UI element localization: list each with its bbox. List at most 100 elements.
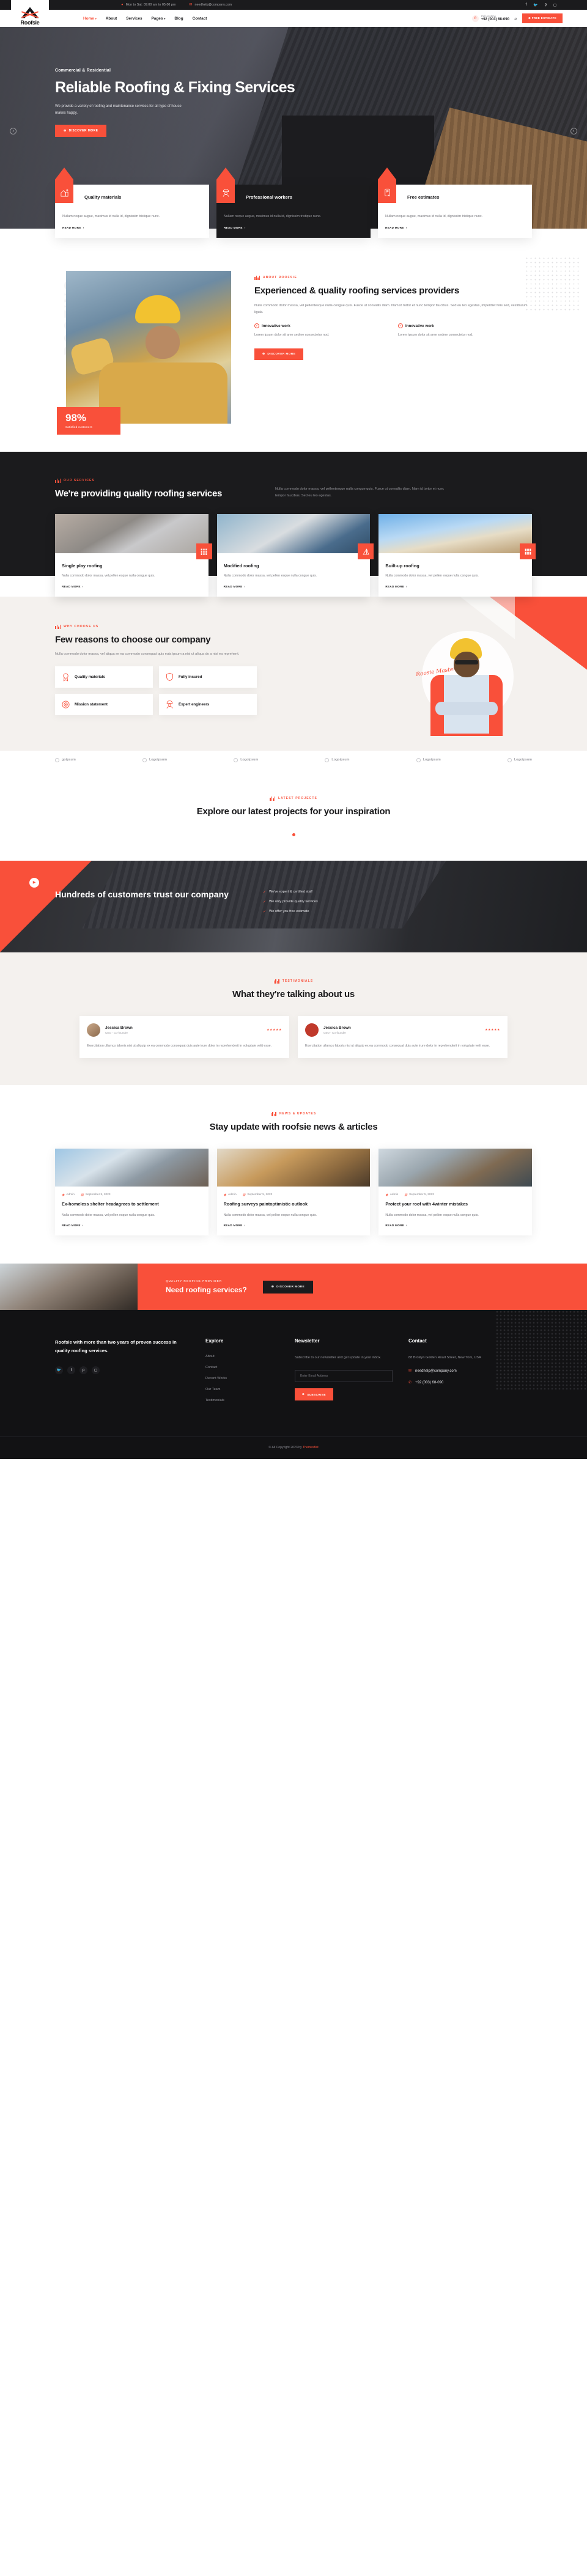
topbar-social-links[interactable]: f 🐦 p ◻ <box>526 3 556 7</box>
facebook-icon[interactable]: f <box>67 1366 75 1375</box>
hero-prev-arrow[interactable]: ‹ <box>10 128 17 134</box>
news-read-more[interactable]: READ MORE › <box>385 1224 525 1227</box>
partner-logo[interactable]: Logoipsum <box>142 757 167 762</box>
news-card-desc: Nulla commodo dolor massa, vel pellen es… <box>223 1213 317 1217</box>
facebook-icon[interactable]: f <box>526 3 527 7</box>
video-cta-section: ▶ Hundreds of customers trust our compan… <box>0 860 587 952</box>
service-read-more[interactable]: READ MORE › <box>224 585 364 588</box>
news-read-more[interactable]: READ MORE › <box>62 1224 202 1227</box>
video-cta-item: ✓ We've expert & certified staff <box>263 890 312 894</box>
feature-desc: Nullam neque augue, maximus id nulla id,… <box>62 215 160 218</box>
medal-icon <box>61 672 70 682</box>
feature-title: Professional workers <box>246 194 292 200</box>
testimonials-label: TESTIMONIALS <box>55 979 532 984</box>
news-read-more[interactable]: READ MORE › <box>224 1224 364 1227</box>
service-image <box>216 514 371 553</box>
twitter-icon[interactable]: 🐦 <box>55 1366 63 1375</box>
hero-discover-label: DISCOVER MORE <box>68 129 98 133</box>
check-icon: ✓ <box>263 900 267 904</box>
newsletter-email-input[interactable]: Enter Email Address <box>295 1370 393 1383</box>
news-card[interactable]: ◉ Admin ▤ September 5, 2023 Roofing survey… <box>216 1148 371 1236</box>
about-point: ✓ Innovative work Lorem ipsum dolor sit a… <box>398 323 532 339</box>
service-card[interactable]: Built-up roofing Nulla commodo dolor mas… <box>378 514 536 597</box>
feature-card[interactable]: Quality materials Nullam neque augue, ma… <box>55 167 209 238</box>
why-card[interactable]: Fully insured <box>159 666 257 688</box>
hero-next-arrow[interactable]: › <box>570 128 577 134</box>
projects-title: Explore our latest projects for your ins… <box>196 806 391 817</box>
logo-dot-icon <box>55 757 59 762</box>
play-icon[interactable]: ▶ <box>29 877 39 888</box>
subscribe-button[interactable]: ⊕ SUBSCRIBE <box>295 1388 333 1401</box>
footer-link-testimonials[interactable]: Testimonials <box>205 1399 279 1402</box>
nav-item-about[interactable]: About <box>106 17 117 21</box>
footer-email[interactable]: ✉ needhelp@company.com <box>408 1369 532 1374</box>
feature-card[interactable]: Professional workers Nullam neque augue,… <box>216 167 371 238</box>
video-cta-item: ✓ We only provide quality services <box>263 900 318 904</box>
why-card[interactable]: Expert engineers <box>159 693 257 715</box>
free-estimate-button[interactable]: ⊕ FREE ESTIMATE <box>522 13 563 24</box>
about-point-desc: Lorem ipsum dolor sit ame sedme consecte… <box>254 333 330 337</box>
partner-logo[interactable]: Logoipsum <box>416 757 441 762</box>
why-card[interactable]: Mission statement <box>55 693 153 715</box>
bars-icon <box>273 979 279 984</box>
footer-social-links[interactable]: 🐦 f p ◻ <box>55 1366 190 1375</box>
news-card-title: Roofing surveys paintoptimistic outlook <box>223 1201 308 1207</box>
logo[interactable]: Roofsie <box>11 0 49 27</box>
services-desc: Nulla commodo dolor massa, vel pellentes… <box>275 487 445 498</box>
instagram-icon[interactable]: ◻ <box>92 1366 100 1375</box>
phone-icon: ✆ <box>471 15 479 22</box>
partner-logo[interactable]: Logoipsum <box>234 757 258 762</box>
feature-read-more[interactable]: READ MORE › <box>62 226 202 229</box>
feature-card[interactable]: Free estimates Nullam neque augue, maxim… <box>378 167 532 238</box>
calendar-icon: ▤ <box>404 1193 408 1197</box>
footer-phone[interactable]: ✆ +92 (003) 68-090 <box>408 1380 532 1385</box>
carousel-dot[interactable] <box>292 833 295 836</box>
service-title: Built-up roofing <box>385 563 419 569</box>
feature-read-more[interactable]: READ MORE › <box>224 226 363 229</box>
topbar-email[interactable]: ✉ needhelp@company.com <box>189 3 232 7</box>
nav-item-contact[interactable]: Contact <box>193 17 207 21</box>
service-read-more[interactable]: READ MORE › <box>385 585 525 588</box>
testimonial-quote: Exercitation ullamco laboris nisi ut ali… <box>305 1043 490 1048</box>
twitter-icon[interactable]: 🐦 <box>533 3 537 7</box>
arrow-right-icon: › <box>405 226 407 229</box>
pinterest-icon[interactable]: p <box>79 1366 87 1375</box>
partner-logo[interactable]: Logoipsum <box>507 757 532 762</box>
partner-logo[interactable]: Logoipsum <box>325 757 349 762</box>
cta-banner-button[interactable]: ⊕ DISCOVER MORE <box>262 1280 314 1294</box>
rating-stars: ★★★★★ <box>267 1028 282 1032</box>
avatar <box>305 1023 319 1037</box>
nav-item-home[interactable]: Home ▾ <box>83 17 97 21</box>
news-card[interactable]: ◉ Admin ▤ September 5, 2023 Protect your r… <box>378 1148 533 1236</box>
partner-logo[interactable]: gotpsum <box>55 757 76 762</box>
footer-link-our-team[interactable]: Our Team <box>205 1388 279 1391</box>
service-read-more[interactable]: READ MORE › <box>62 585 202 588</box>
cta-banner-label: QUALITY ROOFING PROVIDER <box>166 1279 223 1283</box>
logo-dot-icon <box>507 757 512 762</box>
services-title: We're providing quality roofing services <box>55 488 223 499</box>
why-card-title: Mission statement <box>75 702 108 707</box>
search-icon[interactable]: ⌕ <box>514 15 517 22</box>
feature-cards: Quality materials Nullam neque augue, ma… <box>0 167 587 238</box>
footer-link-recent-works[interactable]: Recent Works <box>205 1377 279 1380</box>
nav-item-services[interactable]: Services <box>126 17 142 21</box>
bars-icon <box>254 275 260 280</box>
about-discover-button[interactable]: ⊕ DISCOVER MORE <box>254 348 304 361</box>
hero-discover-button[interactable]: ⊕ DISCOVER MORE <box>55 125 107 138</box>
instagram-icon[interactable]: ◻ <box>553 3 556 7</box>
pinterest-icon[interactable]: p <box>545 3 547 7</box>
footer-newsletter-title: Newsletter <box>295 1338 320 1344</box>
service-card[interactable]: Modified roofing Nulla commodo dolor mas… <box>216 514 374 597</box>
service-card[interactable]: Single play roofing Nulla commodo dolor … <box>55 514 212 597</box>
header-call[interactable]: ✆ Call Anytime +92 (003) 68-090 <box>471 15 509 22</box>
check-icon: ✓ <box>263 890 267 894</box>
logo-dot-icon <box>142 757 147 762</box>
news-card[interactable]: ◉ Admin ▤ September 5, 2023 Ex-homeless sh… <box>55 1148 209 1236</box>
footer-link-contact[interactable]: Contact <box>205 1366 279 1369</box>
main-nav[interactable]: Home ▾ About Services Pages ▾ Blog Contact <box>83 17 207 21</box>
why-card[interactable]: Quality materials <box>55 666 153 688</box>
nav-item-blog[interactable]: Blog <box>174 17 183 21</box>
footer-link-about[interactable]: About <box>205 1355 279 1358</box>
feature-read-more[interactable]: READ MORE › <box>385 226 525 229</box>
nav-item-pages[interactable]: Pages ▾ <box>152 17 166 21</box>
